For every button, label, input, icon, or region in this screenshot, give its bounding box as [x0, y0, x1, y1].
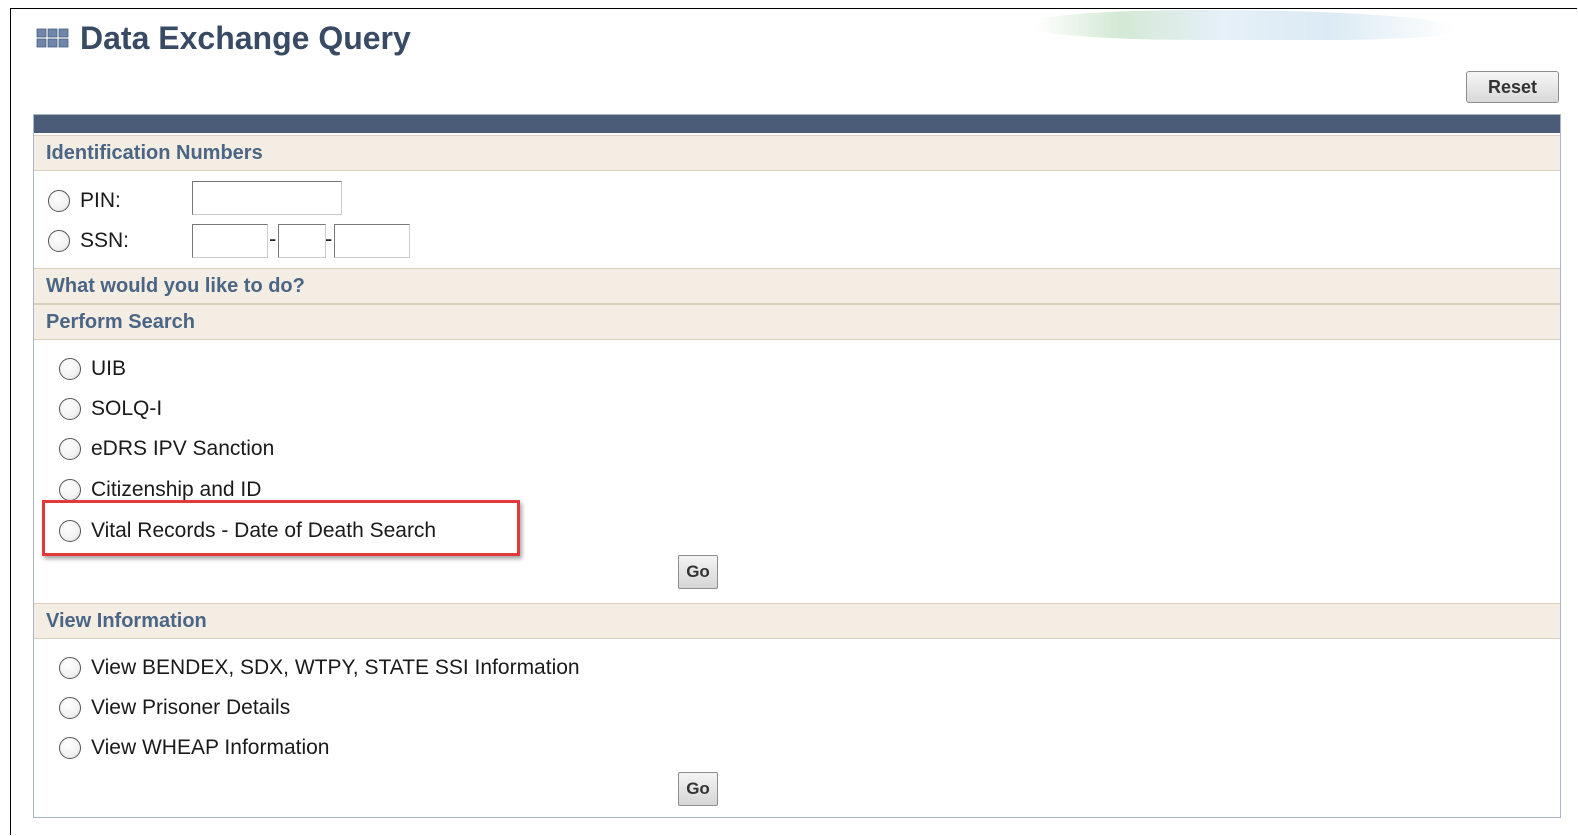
- search-go-button[interactable]: Go: [678, 555, 718, 589]
- view-go-button[interactable]: Go: [678, 772, 718, 806]
- search-option-uib[interactable]: UIB: [59, 357, 126, 381]
- view-option-wheap[interactable]: View WHEAP Information: [59, 736, 330, 760]
- ssn-part2-input[interactable]: [278, 224, 326, 258]
- uib-radio[interactable]: [59, 358, 81, 380]
- ssn-option[interactable]: SSN:: [48, 229, 129, 253]
- view-option-label: View Prisoner Details: [91, 696, 291, 719]
- pin-input[interactable]: [192, 181, 342, 215]
- section-identification-heading: Identification Numbers: [34, 135, 1560, 171]
- panel-top-bar: [34, 115, 1560, 133]
- search-option-label: Citizenship and ID: [91, 478, 262, 501]
- search-option-label: SOLQ-I: [91, 397, 163, 420]
- pin-option[interactable]: PIN:: [48, 189, 121, 213]
- ssn-separator-1: -: [269, 226, 277, 251]
- ssn-radio[interactable]: [48, 230, 70, 252]
- section-perform-search-heading: Perform Search: [34, 304, 1560, 340]
- pin-radio[interactable]: [48, 190, 70, 212]
- section-question-heading: What would you like to do?: [34, 268, 1560, 304]
- view-option-label: View BENDEX, SDX, WTPY, STATE SSI Inform…: [91, 656, 580, 679]
- bendex-radio[interactable]: [59, 657, 81, 679]
- view-option-bendex[interactable]: View BENDEX, SDX, WTPY, STATE SSI Inform…: [59, 656, 580, 680]
- edrs-radio[interactable]: [59, 438, 81, 460]
- search-option-vital-records[interactable]: Vital Records - Date of Death Search: [59, 519, 436, 543]
- ssn-label: SSN:: [80, 229, 130, 252]
- search-option-citizenship[interactable]: Citizenship and ID: [59, 478, 261, 502]
- view-option-label: View WHEAP Information: [91, 736, 330, 759]
- reset-button[interactable]: Reset: [1466, 71, 1559, 103]
- search-option-label: Vital Records - Date of Death Search: [91, 519, 437, 542]
- pin-label: PIN:: [80, 189, 121, 212]
- page-title: Data Exchange Query: [36, 20, 411, 56]
- search-option-edrs[interactable]: eDRS IPV Sanction: [59, 437, 274, 461]
- vital-records-radio[interactable]: [59, 520, 81, 542]
- search-option-solq[interactable]: SOLQ-I: [59, 397, 162, 421]
- search-option-label: eDRS IPV Sanction: [91, 437, 275, 460]
- prisoner-radio[interactable]: [59, 697, 81, 719]
- view-option-prisoner[interactable]: View Prisoner Details: [59, 696, 290, 720]
- solq-radio[interactable]: [59, 398, 81, 420]
- ssn-part3-input[interactable]: [334, 224, 410, 258]
- section-view-information-heading: View Information: [34, 603, 1560, 639]
- ssn-part1-input[interactable]: [192, 224, 268, 258]
- query-panel: Identification Numbers PIN: SSN: - - Wha…: [33, 114, 1561, 818]
- wheap-radio[interactable]: [59, 737, 81, 759]
- page-title-text: Data Exchange Query: [80, 19, 411, 56]
- search-option-label: UIB: [91, 357, 127, 380]
- ssn-separator-2: -: [325, 226, 333, 251]
- grid-icon: [36, 28, 69, 48]
- citizenship-radio[interactable]: [59, 479, 81, 501]
